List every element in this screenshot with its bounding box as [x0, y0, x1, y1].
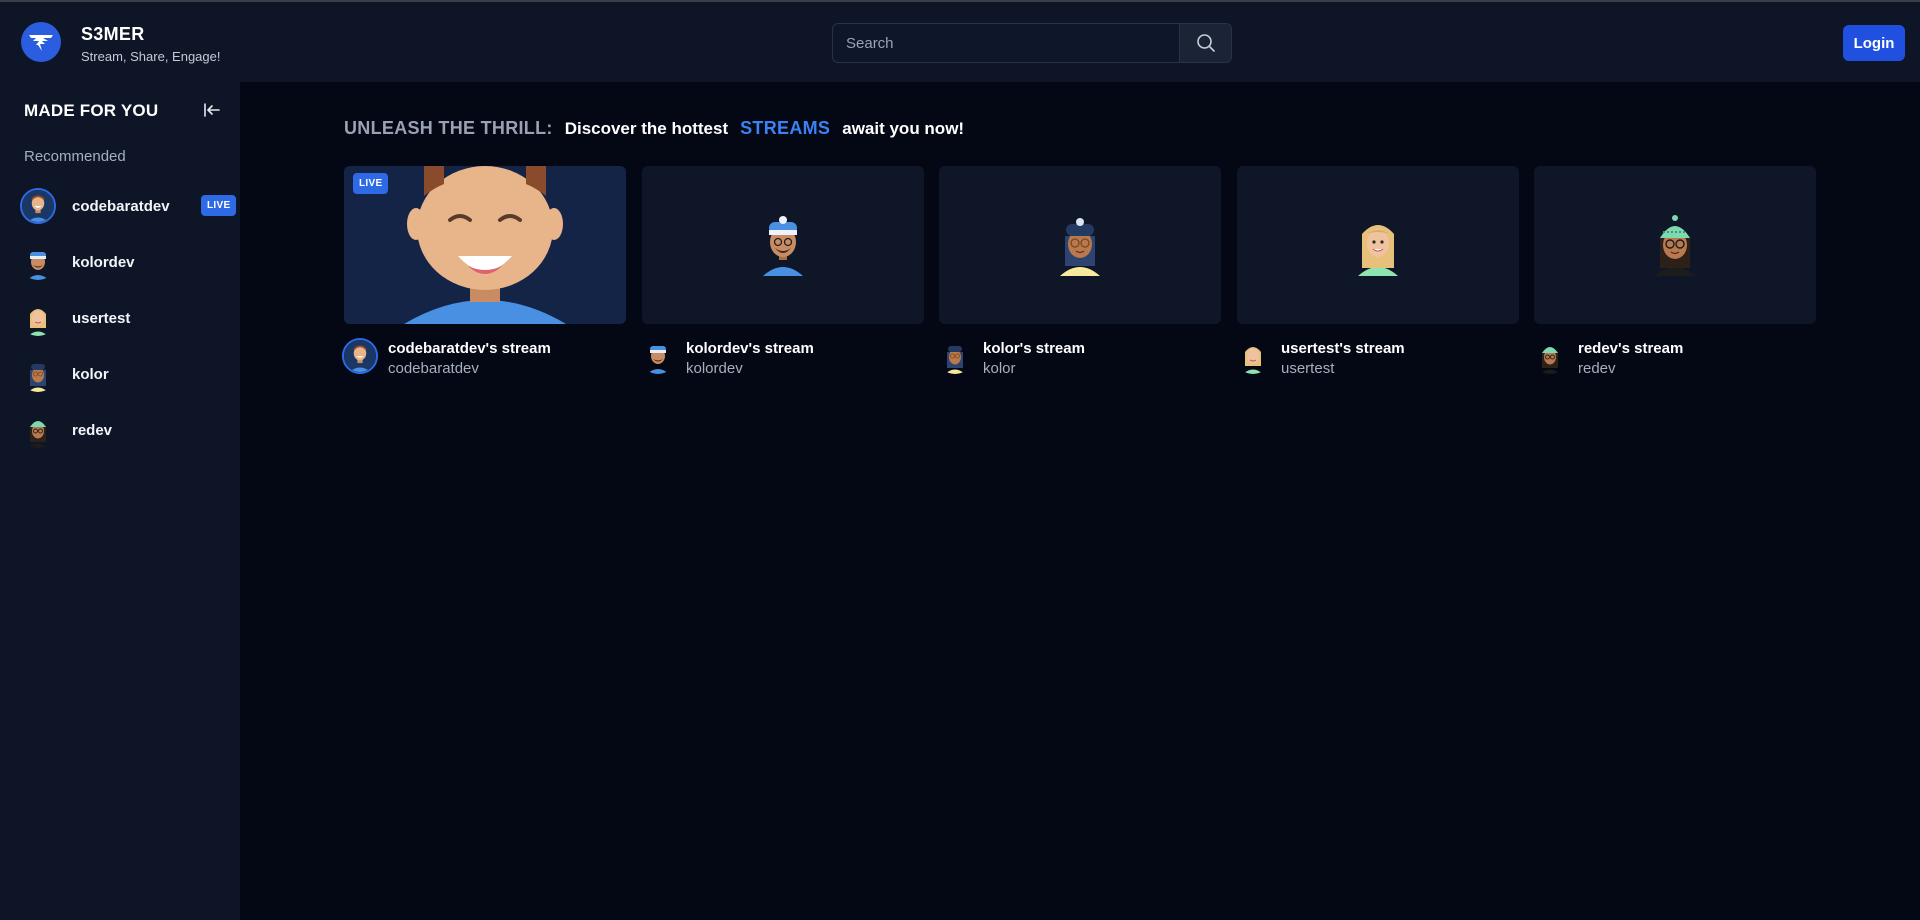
hero-highlight: STREAMS [740, 118, 831, 138]
avatar-woman-beanie-icon [28, 364, 48, 392]
stream-preview-woman-beanie-icon [1060, 218, 1100, 276]
search-bar [832, 23, 1232, 63]
sidebar-item-label: codebaratdev [72, 197, 170, 215]
avatar-woman-beanie-icon [945, 346, 965, 374]
avatar [20, 188, 56, 224]
sidebar-item-label: redev [72, 421, 113, 439]
stream-meta: kolor's stream kolor [939, 324, 1221, 380]
stream-username: redev [1578, 360, 1616, 377]
avatar[interactable] [342, 338, 378, 374]
recommended-label: Recommended [24, 148, 126, 165]
sidebar-item-label: kolordev [72, 253, 135, 271]
hero-heading: UNLEASH THE THRILL: Discover the hottest… [344, 118, 964, 138]
stream-thumbnail[interactable] [1237, 166, 1519, 324]
stream-preview-blonde-woman-icon [1358, 225, 1398, 276]
avatar [20, 356, 56, 392]
live-badge: LIVE [201, 195, 237, 216]
sidebar-item-kolordev[interactable]: kolordev [20, 240, 230, 284]
arrow-left-to-line-icon [204, 103, 220, 117]
hero-tagline-suffix: await you now! [842, 119, 965, 138]
stream-meta: codebaratdev's stream codebaratdev [342, 324, 626, 380]
stream-card-redev[interactable]: redev's stream redev [1534, 166, 1816, 380]
avatar [20, 244, 56, 280]
avatar [20, 300, 56, 336]
sidebar-title: MADE FOR YOU [24, 101, 159, 120]
stream-thumbnail[interactable] [939, 166, 1221, 324]
search-input[interactable] [833, 24, 1181, 62]
stream-title[interactable]: codebaratdev's stream [388, 340, 551, 357]
avatar [20, 412, 56, 448]
sidebar-item-label: usertest [72, 309, 131, 327]
avatar-green-hat-icon [1540, 347, 1560, 374]
sidebar-item-redev[interactable]: redev [20, 408, 230, 452]
avatar[interactable] [1235, 338, 1271, 374]
stream-card-kolordev[interactable]: kolordev's stream kolordev [642, 166, 924, 380]
collapse-sidebar-button[interactable] [202, 100, 222, 120]
avatar-man-icon [22, 190, 54, 222]
stream-username: kolor [983, 360, 1016, 377]
hero-tagline-text: Discover the hottest [564, 119, 729, 138]
stream-preview-beanie-man-icon [763, 216, 803, 276]
logo[interactable] [21, 22, 61, 62]
live-badge: LIVE [353, 173, 389, 194]
avatar-beanie-man-icon [647, 346, 669, 374]
stream-title[interactable]: kolordev's stream [686, 340, 814, 357]
stream-title[interactable]: usertest's stream [1281, 340, 1405, 357]
avatar-blonde-woman-icon [1243, 347, 1263, 374]
sidebar-item-usertest[interactable]: usertest [20, 296, 230, 340]
search-button[interactable] [1179, 24, 1231, 62]
avatar[interactable] [937, 338, 973, 374]
sidebar-item-codebaratdev[interactable]: codebaratdev LIVE [20, 184, 237, 228]
stream-username: usertest [1281, 360, 1335, 377]
stream-title[interactable]: kolor's stream [983, 340, 1085, 357]
avatar-green-hat-icon [28, 421, 48, 448]
stream-thumbnail[interactable] [1534, 166, 1816, 324]
stream-username: kolordev [686, 360, 743, 377]
avatar-beanie-man-icon [27, 252, 49, 280]
avatar-man-icon [344, 340, 376, 372]
stream-card-usertest[interactable]: usertest's stream usertest [1237, 166, 1519, 380]
app-tagline: Stream, Share, Engage! [81, 49, 221, 64]
stream-preview-green-hat-icon [1655, 215, 1695, 276]
stream-meta: kolordev's stream kolordev [642, 324, 924, 380]
search-icon [1196, 34, 1215, 52]
hero-tagline-prefix: UNLEASH THE THRILL: [344, 118, 553, 138]
stream-thumbnail[interactable] [642, 166, 924, 324]
app-title[interactable]: S3MER [81, 24, 145, 45]
sidebar-item-label: kolor [72, 365, 109, 383]
stream-card-kolor[interactable]: kolor's stream kolor [939, 166, 1221, 380]
avatar-blonde-woman-icon [28, 309, 48, 336]
stream-card-codebaratdev[interactable]: LIVE codebaratdev's stream codebaratdev [342, 166, 626, 380]
stream-title[interactable]: redev's stream [1578, 340, 1683, 357]
stream-meta: usertest's stream usertest [1237, 324, 1519, 380]
bird-logo-icon [29, 35, 53, 51]
sidebar: MADE FOR YOU Recommended codebaratdev LI… [0, 82, 240, 920]
stream-username: codebaratdev [388, 360, 479, 377]
stream-thumbnail[interactable]: LIVE [344, 166, 626, 324]
top-navbar: S3MER Stream, Share, Engage! Login [0, 2, 1920, 82]
sidebar-item-kolor[interactable]: kolor [20, 352, 230, 396]
avatar[interactable] [640, 338, 676, 374]
stream-meta: redev's stream redev [1534, 324, 1816, 380]
avatar[interactable] [1532, 338, 1568, 374]
login-button[interactable]: Login [1843, 25, 1905, 61]
